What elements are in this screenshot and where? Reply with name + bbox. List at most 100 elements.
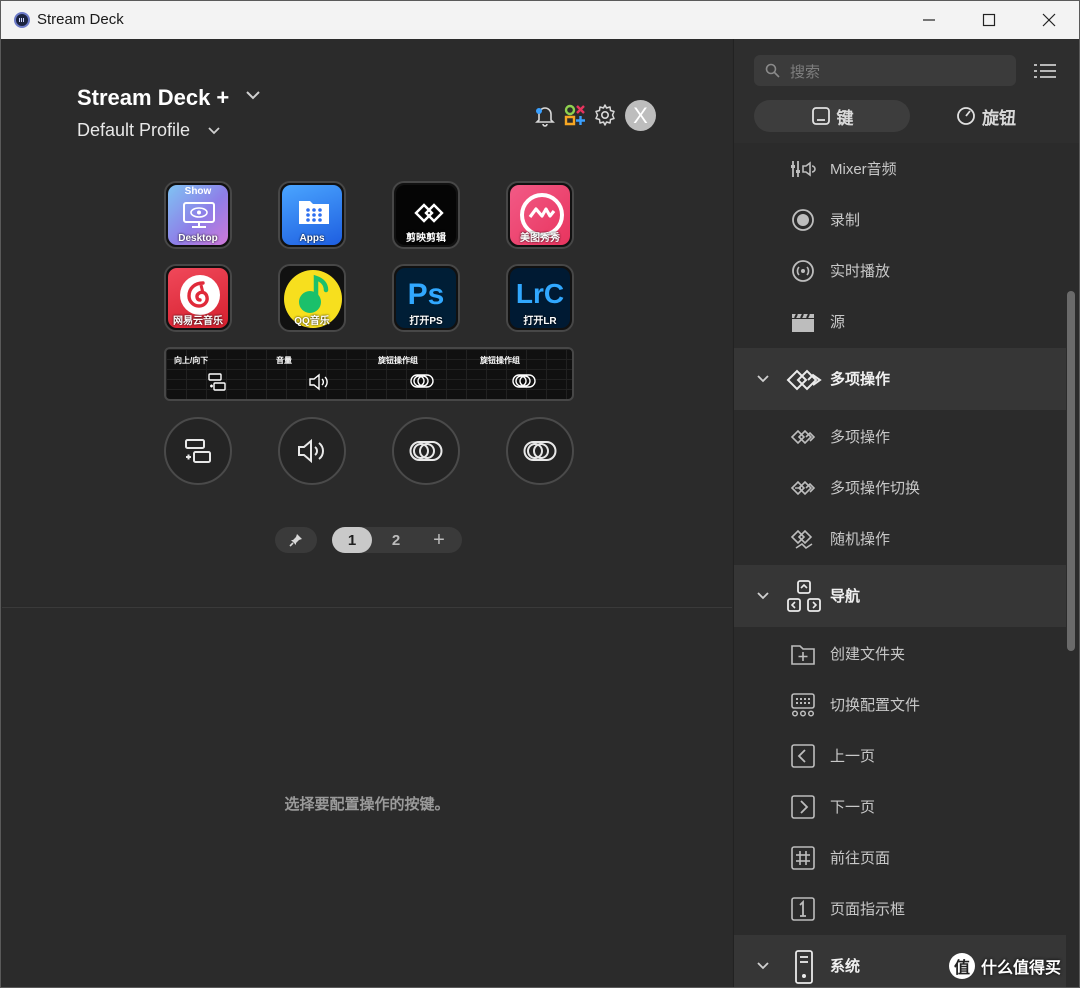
maximize-button[interactable]	[959, 1, 1019, 39]
next-page-icon	[791, 795, 815, 819]
touch-segment-label: 旋钮操作组	[480, 356, 520, 365]
device-chevron-down-icon[interactable]	[245, 87, 261, 103]
watermark: 值 什么值得买	[949, 951, 1077, 981]
action-item-mixer-audio[interactable]: Mixer音频	[734, 143, 1066, 194]
action-item-next-page[interactable]: 下一页	[734, 781, 1066, 832]
action-item-switch-profile[interactable]: 切换配置文件	[734, 679, 1066, 730]
clapperboard-icon	[792, 313, 814, 332]
record-icon	[792, 209, 814, 231]
action-item-label: Mixer音频	[830, 161, 897, 178]
dial-stack-icon	[409, 441, 443, 461]
key-jianying-label: 剪映剪辑	[406, 233, 446, 244]
notification-bell-icon[interactable]	[533, 103, 557, 127]
dial-4[interactable]	[506, 417, 574, 485]
key-qq-music[interactable]: QQ音乐	[278, 264, 346, 332]
dial-3[interactable]	[392, 417, 460, 485]
key-open-lr-label: 打开LR	[523, 316, 557, 327]
key-open-ps-label: 打开PS	[409, 316, 443, 327]
touch-segment-2[interactable]: 音量	[268, 349, 370, 399]
touch-segment-label: 旋钮操作组	[378, 356, 418, 365]
action-item-label: 下一页	[830, 799, 876, 816]
chevron-down-icon	[757, 592, 769, 600]
key-apps[interactable]: Apps	[278, 181, 346, 249]
empty-selection-hint: 选择要配置操作的按键。	[284, 795, 450, 813]
action-item-label: 随机操作	[830, 531, 891, 548]
random-action-icon	[790, 529, 813, 550]
touch-segment-4[interactable]: 旋钮操作组	[472, 349, 572, 399]
list-view-icon[interactable]	[1034, 61, 1056, 81]
marketplace-icon[interactable]	[563, 103, 587, 127]
add-page-button[interactable]: +	[419, 527, 459, 553]
key-netease-label: 网易云音乐	[173, 316, 223, 327]
action-item-label: 多项操作切换	[830, 480, 921, 497]
page-switch-icon	[208, 373, 226, 391]
dial-stack-icon	[512, 374, 536, 388]
key-show-label-bottom: Desktop	[178, 233, 218, 244]
switch-profile-icon	[791, 693, 815, 717]
action-item-label: 实时播放	[830, 263, 891, 280]
key-open-ps[interactable]: Ps 打开PS	[392, 264, 460, 332]
key-show-desktop[interactable]: Show Desktop	[164, 181, 232, 249]
close-icon	[1042, 13, 1056, 27]
search-icon	[765, 63, 780, 78]
action-item-label: 源	[830, 314, 846, 331]
key-meitu[interactable]: 美图秀秀	[506, 181, 574, 249]
watermark-logo: 值	[949, 953, 975, 979]
pin-page-button[interactable]	[275, 527, 317, 553]
search-input[interactable]: 搜索	[754, 55, 1016, 86]
touch-segment-3[interactable]: 旋钮操作组	[370, 349, 472, 399]
multi-action-icon	[786, 369, 822, 391]
key-open-lr[interactable]: LrC 打开LR	[506, 264, 574, 332]
mixer-audio-icon	[791, 161, 816, 177]
touch-segment-1[interactable]: 向上/向下	[166, 349, 268, 399]
monitor-eye-icon	[183, 202, 215, 228]
group-multi-action[interactable]: 多项操作	[734, 348, 1066, 410]
profile-chevron-down-icon[interactable]	[207, 124, 221, 138]
window-title: Stream Deck	[37, 11, 124, 28]
go-to-page-hash-icon	[791, 846, 815, 870]
touch-segment-label: 音量	[276, 356, 292, 365]
touch-segment-label: 向上/向下	[174, 356, 209, 365]
action-item-source[interactable]: 源	[734, 296, 1066, 347]
profile-selector[interactable]: Default Profile	[77, 120, 190, 141]
maximize-icon	[982, 13, 996, 27]
key-square-icon	[811, 107, 830, 125]
action-item-create-folder[interactable]: 创建文件夹	[734, 628, 1066, 679]
group-navigation[interactable]: 导航	[734, 565, 1066, 627]
action-item-go-to-page[interactable]: 前往页面	[734, 832, 1066, 883]
key-jianying[interactable]: 剪映剪辑	[392, 181, 460, 249]
action-item-label: 切换配置文件	[830, 697, 921, 714]
dial-icon	[957, 107, 975, 125]
close-button[interactable]	[1019, 1, 1079, 39]
action-item-record[interactable]: 录制	[734, 194, 1066, 245]
action-item-multi-action[interactable]: 多项操作	[734, 411, 1066, 462]
key-netease-music[interactable]: 网易云音乐	[164, 264, 232, 332]
touch-strip[interactable]: 向上/向下 音量 旋钮操作组 旋钮操作组	[164, 347, 574, 401]
previous-page-icon	[791, 744, 815, 768]
volume-icon	[298, 438, 324, 464]
minimize-button[interactable]	[899, 1, 959, 39]
account-avatar[interactable]: X	[625, 100, 656, 131]
tab-keys[interactable]: 键	[754, 100, 910, 132]
key-apps-label: Apps	[299, 233, 325, 244]
settings-gear-icon[interactable]	[593, 103, 617, 127]
device-selector[interactable]: Stream Deck +	[77, 85, 229, 111]
key-qq-music-label: QQ音乐	[294, 316, 330, 327]
tab-dials[interactable]: 旋钮	[910, 100, 1062, 132]
page-1-button[interactable]: 1	[332, 527, 372, 553]
action-item-multi-action-switch[interactable]: 多项操作切换	[734, 462, 1066, 513]
action-item-live[interactable]: 实时播放	[734, 245, 1066, 296]
tab-dials-label: 旋钮	[982, 108, 1016, 129]
action-item-previous-page[interactable]: 上一页	[734, 730, 1066, 781]
action-item-label: 页面指示框	[830, 901, 906, 918]
group-label: 系统	[830, 957, 861, 975]
action-item-page-indicator[interactable]: 页面指示框	[734, 883, 1066, 934]
dial-2[interactable]	[278, 417, 346, 485]
sidebar-scrollbar[interactable]	[1067, 291, 1075, 651]
page-2-button[interactable]: 2	[376, 527, 416, 553]
action-item-random-action[interactable]: 随机操作	[734, 513, 1066, 564]
dial-1[interactable]	[164, 417, 232, 485]
watermark-text: 什么值得买	[981, 958, 1062, 977]
actions-sidebar: 搜索 键 旋钮 Mixer音频 录制 实时播放 源 多项操作 多项操作 多项操作…	[733, 39, 1079, 987]
page-selector: 1 2 +	[332, 527, 462, 553]
